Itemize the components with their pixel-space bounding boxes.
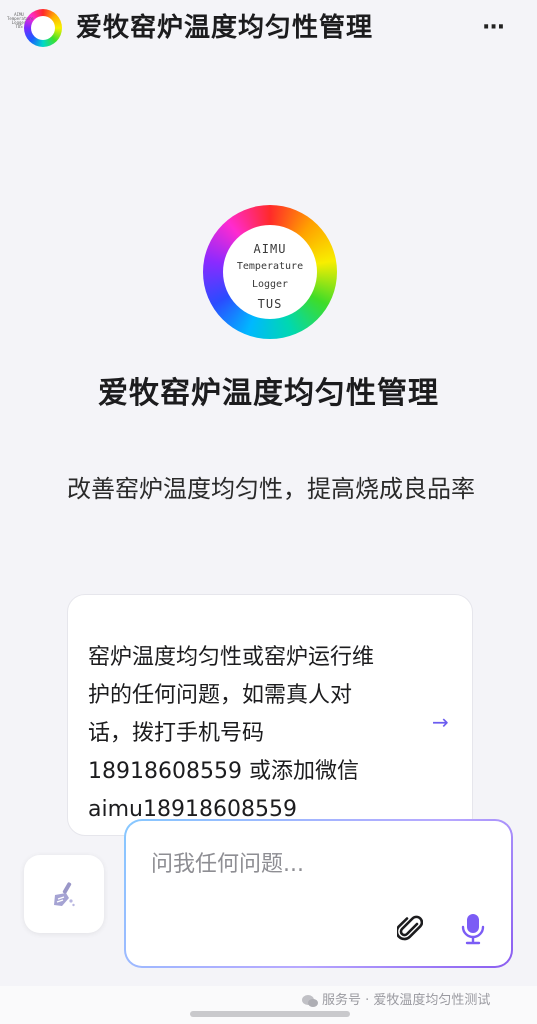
paperclip-icon[interactable] bbox=[397, 915, 423, 943]
chat-input[interactable] bbox=[151, 847, 471, 881]
watermark-text: 服务号 · 爱牧温度均匀性测试 bbox=[322, 993, 491, 1008]
clear-chat-button[interactable] bbox=[24, 855, 104, 933]
logo-text-line: Logger bbox=[251, 279, 289, 290]
bot-avatar-logo: AIMU Temperature Logger TUS bbox=[203, 205, 337, 339]
microphone-icon[interactable] bbox=[461, 913, 485, 945]
app-logo-text: AIMU Temperature Logger TUS bbox=[7, 12, 34, 29]
bot-description: 改善窑炉温度均匀性，提高烧成良品率 bbox=[67, 475, 475, 503]
header-title: 爱牧窑炉温度均匀性管理 bbox=[76, 13, 374, 43]
home-indicator[interactable] bbox=[190, 1011, 350, 1017]
logo-text-line: TUS bbox=[257, 297, 283, 311]
suggestion-card[interactable]: 窑炉温度均匀性或窑炉运行维护的任何问题，如需真人对话，拨打手机号码1891860… bbox=[67, 594, 473, 836]
chat-composer bbox=[124, 819, 513, 968]
suggestion-text: 窑炉温度均匀性或窑炉运行维护的任何问题，如需真人对话，拨打手机号码1891860… bbox=[88, 645, 375, 822]
app-header: AIMU Temperature Logger TUS 爱牧窑炉温度均匀性管理 ··· bbox=[0, 0, 537, 56]
bot-name: 爱牧窑炉温度均匀性管理 bbox=[98, 376, 439, 411]
chat-composer-inner bbox=[126, 821, 511, 966]
more-horizontal-icon[interactable]: ··· bbox=[482, 17, 505, 39]
wechat-icon bbox=[302, 995, 318, 1007]
broom-icon bbox=[54, 882, 75, 907]
logo-text-line: AIMU bbox=[253, 242, 287, 256]
arrow-right-icon: → bbox=[432, 710, 449, 734]
logo-text-line: Temperature bbox=[236, 261, 304, 272]
